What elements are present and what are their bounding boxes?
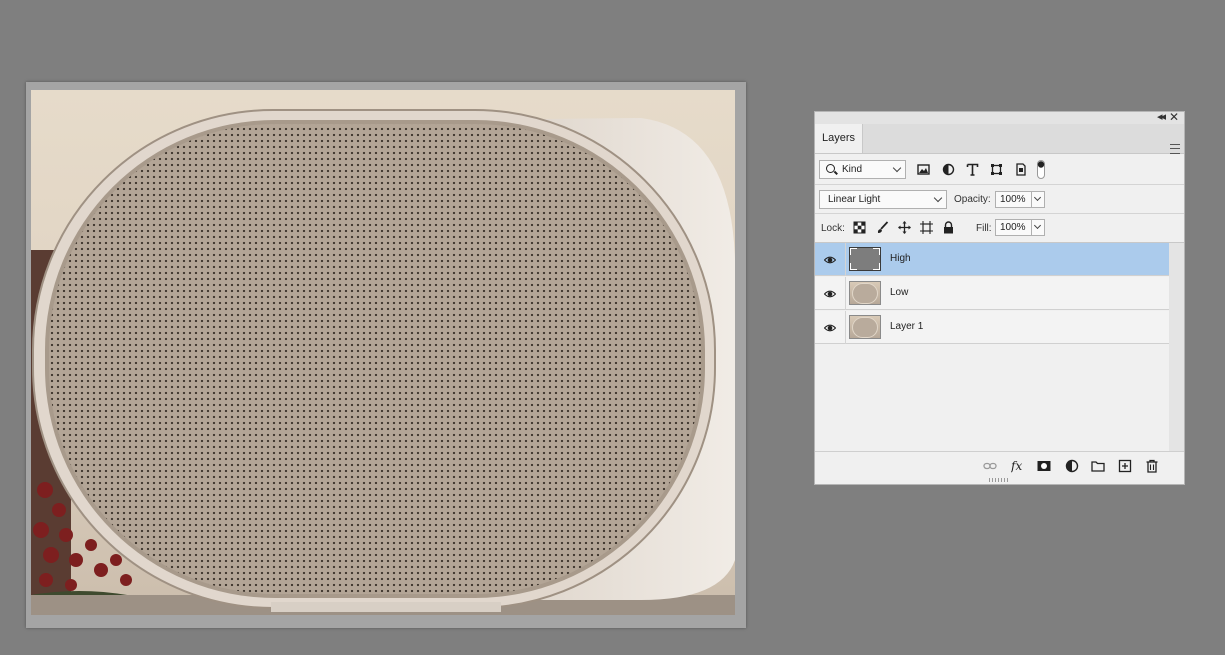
tab-strip: Layers	[815, 124, 1184, 154]
close-icon[interactable]: ✕	[1169, 110, 1179, 124]
layers-bottom-toolbar: fx	[815, 451, 1184, 480]
eye-divider	[845, 243, 846, 276]
layer-thumbnail[interactable]	[849, 247, 881, 271]
lock-label: Lock:	[821, 223, 845, 234]
lock-position-icon[interactable]	[898, 221, 911, 234]
adjustment-layer-filter-icon[interactable]	[942, 163, 955, 176]
pixel-layer-filter-icon[interactable]	[917, 163, 930, 176]
filter-kind-label: Kind	[842, 164, 863, 175]
blend-mode-value: Linear Light	[828, 194, 881, 205]
layers-list: High Low Layer 1	[815, 243, 1169, 451]
layer-thumbnail[interactable]	[849, 281, 881, 305]
opacity-dropdown-button[interactable]	[1031, 191, 1045, 208]
layers-scrollbar[interactable]	[1169, 243, 1184, 451]
adjustment-icon[interactable]	[1065, 459, 1079, 473]
filter-toggle-switch[interactable]	[1037, 160, 1045, 179]
layer-thumbnail[interactable]	[849, 315, 881, 339]
visibility-eye-icon[interactable]	[824, 288, 836, 300]
document-image[interactable]	[31, 90, 735, 615]
layer-name[interactable]: Low	[890, 287, 908, 298]
lock-all-icon[interactable]	[942, 221, 955, 234]
search-icon	[826, 164, 835, 173]
eye-divider	[845, 277, 846, 310]
visibility-eye-icon[interactable]	[824, 322, 836, 334]
opacity-label: Opacity:	[954, 194, 991, 205]
lock-row: Lock: Fill: 100%	[815, 214, 1184, 243]
trash-icon[interactable]	[1145, 459, 1159, 473]
fx-icon[interactable]: fx	[1011, 459, 1025, 473]
opacity-field[interactable]: 100%	[995, 191, 1032, 208]
lock-image-pixels-icon[interactable]	[876, 221, 889, 234]
layer-row-layer-1[interactable]: Layer 1	[815, 311, 1169, 344]
filter-kind-dropdown[interactable]: Kind	[819, 160, 906, 179]
chevron-down-icon	[892, 163, 902, 173]
visibility-eye-icon[interactable]	[824, 254, 836, 266]
new-layer-icon[interactable]	[1118, 459, 1132, 473]
type-layer-filter-icon[interactable]	[966, 163, 979, 176]
layer-row-low[interactable]: Low	[815, 277, 1169, 310]
blend-mode-dropdown[interactable]: Linear Light	[819, 190, 947, 209]
layer-name[interactable]: Layer 1	[890, 321, 923, 332]
lock-transparent-pixels-icon[interactable]	[853, 221, 866, 234]
shape-layer-filter-icon[interactable]	[990, 163, 1003, 176]
layer-row-high[interactable]: High	[815, 243, 1169, 276]
panel-title-bar[interactable]: ◂◂ ✕	[815, 110, 1184, 124]
chevron-down-icon	[933, 193, 943, 203]
blend-mode-row: Linear Light Opacity: 100%	[815, 185, 1184, 214]
layers-panel: ◂◂ ✕ Layers Kind Linear Light Opacity: 1…	[814, 110, 1185, 485]
folder-icon[interactable]	[1091, 459, 1105, 473]
resize-grip[interactable]	[989, 478, 1009, 482]
smart-object-filter-icon[interactable]	[1014, 163, 1027, 176]
link-icon[interactable]	[983, 459, 997, 473]
svg-text:fx: fx	[1011, 459, 1022, 473]
eye-divider	[845, 311, 846, 344]
fill-label: Fill:	[976, 223, 992, 234]
speaker-photo	[31, 90, 735, 615]
fill-dropdown-button[interactable]	[1031, 219, 1045, 236]
document-canvas-frame	[26, 82, 746, 628]
layer-filter-row: Kind	[815, 154, 1184, 185]
mask-icon[interactable]	[1037, 459, 1051, 473]
collapse-icon[interactable]: ◂◂	[1157, 110, 1166, 124]
fill-field[interactable]: 100%	[995, 219, 1032, 236]
layer-name[interactable]: High	[890, 253, 911, 264]
lock-artboard-icon[interactable]	[920, 221, 933, 234]
panel-menu-icon[interactable]	[1170, 144, 1180, 154]
tab-layers[interactable]: Layers	[815, 124, 863, 153]
